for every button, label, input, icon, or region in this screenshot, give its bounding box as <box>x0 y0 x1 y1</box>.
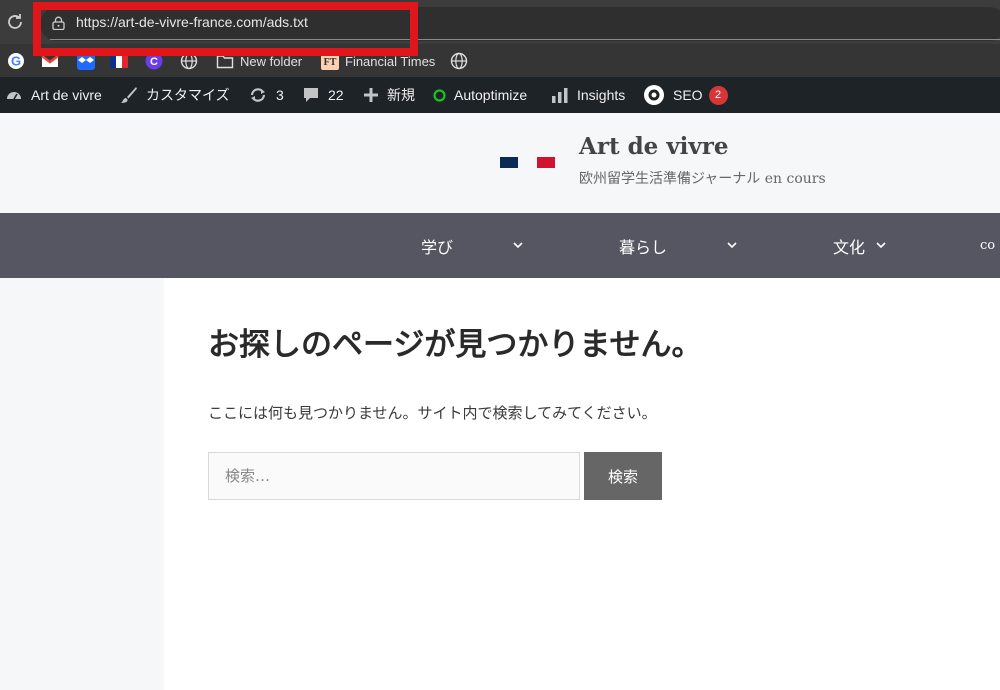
admin-autoptimize[interactable]: Autoptimize <box>433 77 527 113</box>
admin-site-name[interactable]: Art de vivre <box>5 77 102 113</box>
search-button[interactable]: 検索 <box>584 452 662 500</box>
google-icon: G <box>8 53 24 69</box>
url-highlight-box <box>33 2 418 56</box>
bookmark-google[interactable]: G <box>7 52 25 70</box>
page-title: お探しのページが見つかりません。 <box>208 327 703 363</box>
chevron-down-icon[interactable] <box>512 239 524 251</box>
nav-item-label: co <box>980 238 996 253</box>
france-flag-icon <box>110 54 128 68</box>
nav-item-bunka[interactable]: 文化 <box>833 213 865 278</box>
nav-item-co[interactable]: co <box>980 213 995 278</box>
bar-chart-icon <box>552 88 568 103</box>
admin-insights-label: Insights <box>577 87 626 103</box>
admin-comments-count: 22 <box>328 87 344 103</box>
nav-item-label: 文化 <box>833 237 866 257</box>
site-header: Art de vivre 欧州留学生活準備ジャーナル en cours <box>0 113 1000 213</box>
main-content: お探しのページが見つかりません。 ここには何も見つかりません。サイト内で検索して… <box>164 278 1000 690</box>
left-sidebar <box>0 278 164 690</box>
site-tagline: 欧州留学生活準備ジャーナル en cours <box>579 171 826 187</box>
search-input[interactable] <box>208 452 580 500</box>
admin-customize-label: カスタマイズ <box>146 87 230 103</box>
admin-new[interactable]: 新規 <box>363 77 415 113</box>
admin-seo[interactable]: SEO 2 <box>643 77 728 113</box>
seo-notification-badge: 2 <box>708 85 728 105</box>
admin-updates[interactable]: 3 <box>248 77 284 113</box>
nav-item-manabi[interactable]: 学び <box>421 213 453 278</box>
admin-site-name-label: Art de vivre <box>31 87 102 103</box>
svg-text:C: C <box>150 56 158 68</box>
plus-icon <box>364 88 378 102</box>
flag-red-icon <box>537 157 555 168</box>
site-title[interactable]: Art de vivre <box>579 133 729 160</box>
nav-item-kurashi[interactable]: 暮らし <box>619 213 667 278</box>
admin-updates-count: 3 <box>276 87 284 103</box>
admin-customize[interactable]: カスタマイズ <box>120 77 230 113</box>
nav-item-label: 暮らし <box>619 237 668 257</box>
admin-comments[interactable]: 22 <box>302 77 344 113</box>
svg-text:G: G <box>11 54 21 69</box>
svg-text:FT: FT <box>324 57 337 68</box>
globe-icon <box>450 52 468 70</box>
chevron-down-icon[interactable] <box>875 239 887 251</box>
main-navigation: 学び 暮らし 文化 co <box>0 213 1000 278</box>
not-found-message: ここには何も見つかりません。サイト内で検索してみてください。 <box>208 404 657 422</box>
refresh-icon <box>250 88 266 102</box>
seo-gear-icon <box>644 85 664 105</box>
wp-admin-bar: Art de vivre カスタマイズ 3 22 新規 Autoptimize … <box>0 77 1000 113</box>
reload-icon[interactable] <box>4 11 26 33</box>
chevron-down-icon[interactable] <box>726 239 738 251</box>
admin-seo-label: SEO <box>673 87 703 103</box>
admin-new-label: 新規 <box>387 87 415 103</box>
bookmark-globe-2[interactable] <box>450 52 468 70</box>
comment-icon <box>304 88 318 102</box>
dashboard-icon <box>7 92 21 100</box>
nav-item-label: 学び <box>421 237 454 257</box>
status-dot-icon <box>433 88 446 102</box>
flag-blue-icon <box>500 157 518 168</box>
admin-autoptimize-label: Autoptimize <box>454 87 528 103</box>
admin-insights[interactable]: Insights <box>551 77 625 113</box>
brush-icon <box>121 87 137 103</box>
